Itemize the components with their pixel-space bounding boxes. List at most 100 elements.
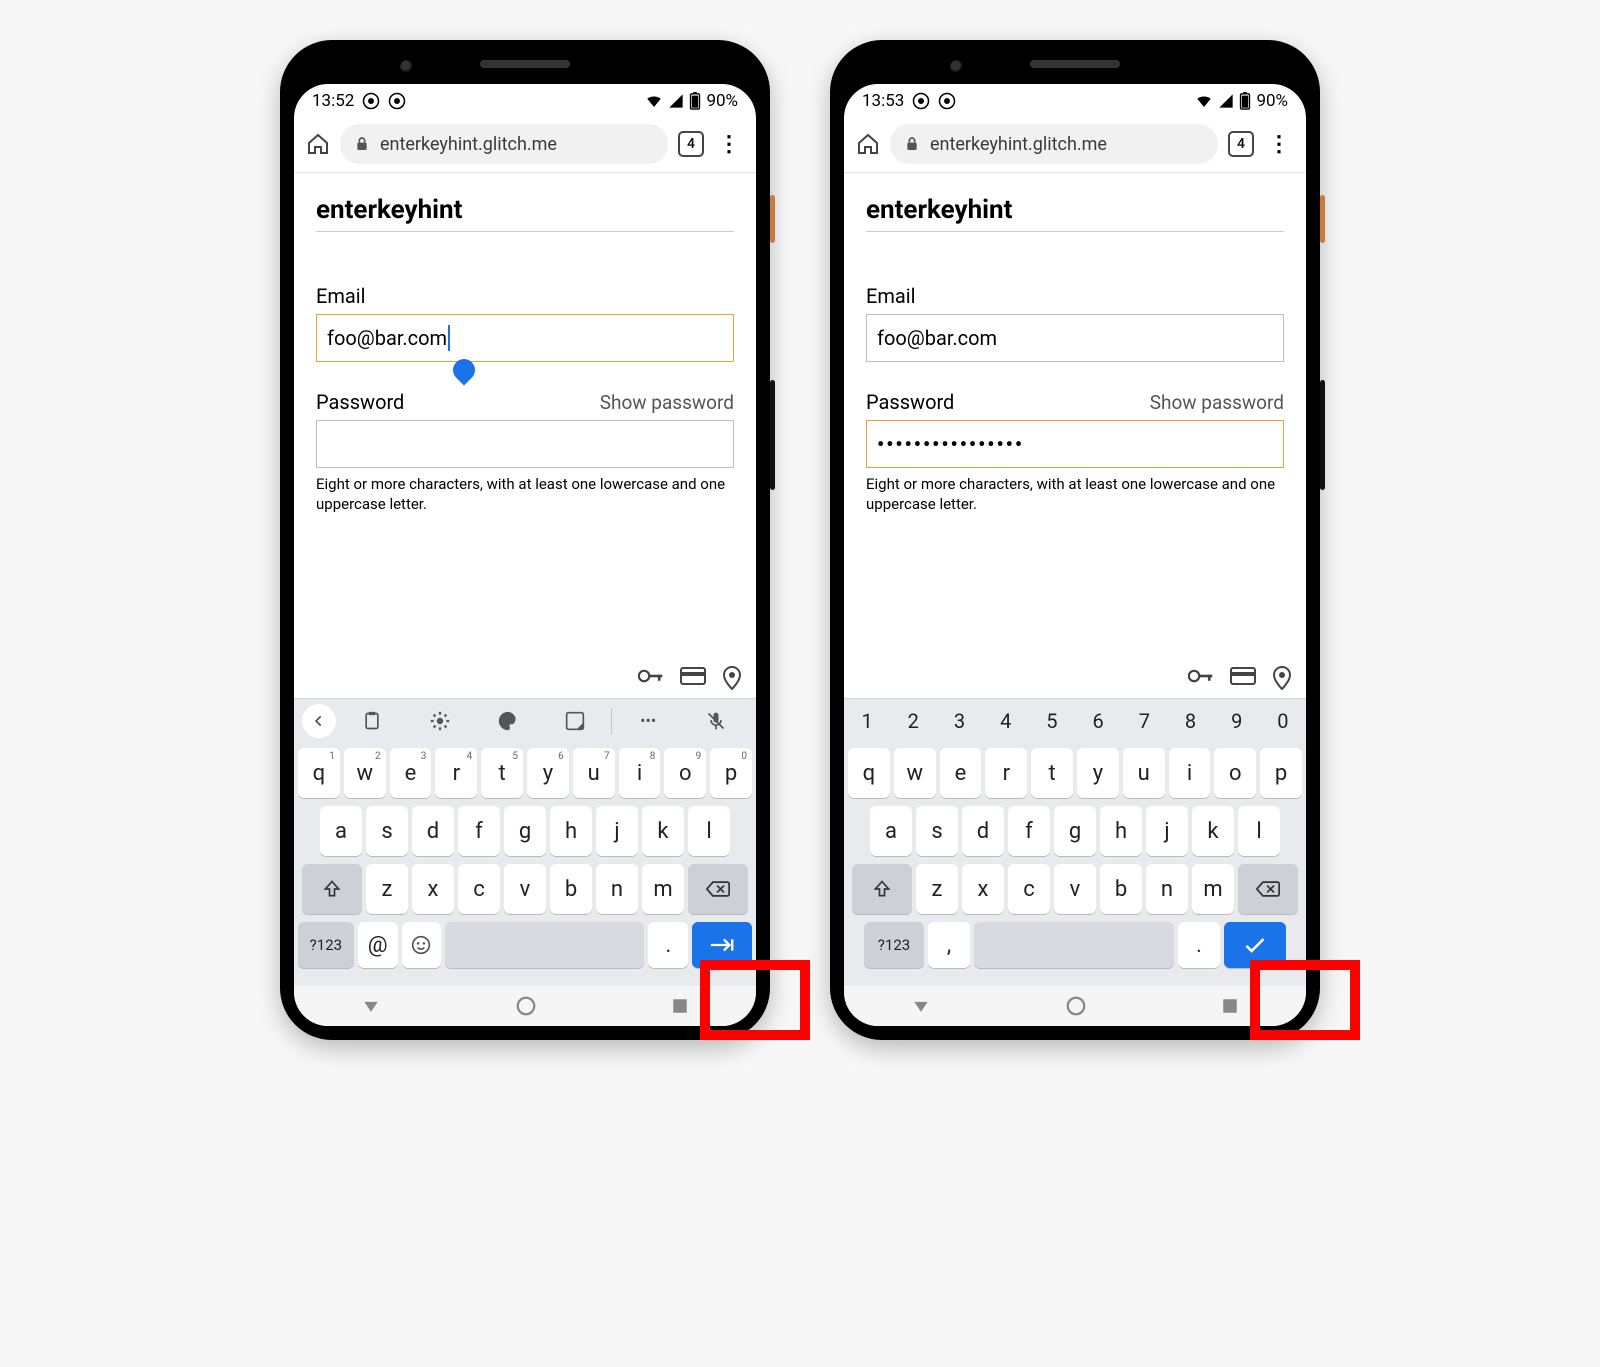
nav-recents-icon[interactable] [671,997,689,1015]
key-i[interactable]: i [1169,748,1211,798]
num-key-4[interactable]: 4 [983,699,1029,742]
palette-icon[interactable] [476,710,540,732]
key-h[interactable]: h [550,806,592,856]
key-q[interactable]: q [848,748,890,798]
more-menu-icon[interactable]: ⋮ [1264,132,1294,157]
more-menu-icon[interactable]: ⋮ [714,132,744,157]
key-d[interactable]: d [412,806,454,856]
num-key-7[interactable]: 7 [1121,699,1167,742]
key-x[interactable]: x [412,864,454,914]
back-chip[interactable] [302,704,336,738]
key-r[interactable]: r [985,748,1027,798]
num-key-0[interactable]: 0 [1260,699,1306,742]
key-o[interactable]: o [1214,748,1256,798]
num-key-2[interactable]: 2 [890,699,936,742]
mic-off-icon[interactable] [684,710,748,732]
num-key-3[interactable]: 3 [936,699,982,742]
num-key-9[interactable]: 9 [1214,699,1260,742]
symbols-key[interactable]: ?123 [298,922,354,968]
period-key[interactable]: . [1178,922,1220,968]
backspace-key[interactable] [688,864,748,914]
num-key-8[interactable]: 8 [1167,699,1213,742]
key-o[interactable]: o9 [664,748,706,798]
key-c[interactable]: c [1008,864,1050,914]
key-y[interactable]: y6 [527,748,569,798]
key-n[interactable]: n [596,864,638,914]
key-m[interactable]: m [642,864,684,914]
key-a[interactable]: a [870,806,912,856]
key-k[interactable]: k [642,806,684,856]
spacebar-key[interactable] [974,922,1174,968]
key-w[interactable]: w [894,748,936,798]
key-f[interactable]: f [1008,806,1050,856]
tabs-button[interactable]: 4 [678,131,704,157]
key-l[interactable]: l [1238,806,1280,856]
nav-home-icon[interactable] [1065,995,1087,1017]
key-z[interactable]: z [916,864,958,914]
card-icon[interactable] [1230,666,1256,690]
enter-key-next[interactable] [692,922,752,968]
shift-key[interactable] [302,864,362,914]
email-field[interactable]: foo@bar.com [866,314,1284,362]
num-key-1[interactable]: 1 [844,699,890,742]
key-g[interactable]: g [504,806,546,856]
gear-icon[interactable] [408,710,472,732]
show-password-toggle[interactable]: Show password [600,391,734,414]
key-i[interactable]: i8 [619,748,661,798]
nav-recents-icon[interactable] [1221,997,1239,1015]
num-key-6[interactable]: 6 [1075,699,1121,742]
key-x[interactable]: x [962,864,1004,914]
more-dots-icon[interactable]: ••• [616,711,680,730]
key-d[interactable]: d [962,806,1004,856]
key-u[interactable]: u [1123,748,1165,798]
key-t[interactable]: t5 [481,748,523,798]
key-p[interactable]: p0 [710,748,752,798]
key-y[interactable]: y [1077,748,1119,798]
nav-back-icon[interactable] [361,996,381,1016]
period-key[interactable]: . [648,922,688,968]
selection-handle[interactable] [448,354,479,385]
enter-key-done[interactable] [1224,922,1286,968]
password-field[interactable]: •••••••••••••••• [866,420,1284,468]
email-field[interactable]: foo@bar.com [316,314,734,362]
key-s[interactable]: s [916,806,958,856]
comma-key[interactable]: , [928,922,970,968]
key-m[interactable]: m [1192,864,1234,914]
tabs-button[interactable]: 4 [1228,131,1254,157]
key-n[interactable]: n [1146,864,1188,914]
home-icon[interactable] [856,132,880,156]
key-u[interactable]: u7 [573,748,615,798]
nav-home-icon[interactable] [515,995,537,1017]
emoji-key[interactable] [402,922,442,968]
key-r[interactable]: r4 [435,748,477,798]
key-j[interactable]: j [596,806,638,856]
key-j[interactable]: j [1146,806,1188,856]
card-icon[interactable] [680,666,706,690]
home-icon[interactable] [306,132,330,156]
key-g[interactable]: g [1054,806,1096,856]
location-icon[interactable] [1272,666,1292,690]
symbols-key[interactable]: ?123 [864,922,924,968]
key-e[interactable]: e3 [390,748,432,798]
key-icon[interactable] [1188,666,1214,690]
key-e[interactable]: e [940,748,982,798]
key-a[interactable]: a [320,806,362,856]
key-c[interactable]: c [458,864,500,914]
backspace-key[interactable] [1238,864,1298,914]
location-icon[interactable] [722,666,742,690]
key-k[interactable]: k [1192,806,1234,856]
key-t[interactable]: t [1031,748,1073,798]
key-l[interactable]: l [688,806,730,856]
key-f[interactable]: f [458,806,500,856]
spacebar-key[interactable] [445,922,644,968]
show-password-toggle[interactable]: Show password [1150,391,1284,414]
password-field[interactable] [316,420,734,468]
key-b[interactable]: b [1100,864,1142,914]
key-b[interactable]: b [550,864,592,914]
key-w[interactable]: w2 [344,748,386,798]
shift-key[interactable] [852,864,912,914]
key-q[interactable]: q1 [298,748,340,798]
nav-back-icon[interactable] [911,996,931,1016]
address-bar[interactable]: enterkeyhint.glitch.me [340,124,668,164]
key-z[interactable]: z [366,864,408,914]
